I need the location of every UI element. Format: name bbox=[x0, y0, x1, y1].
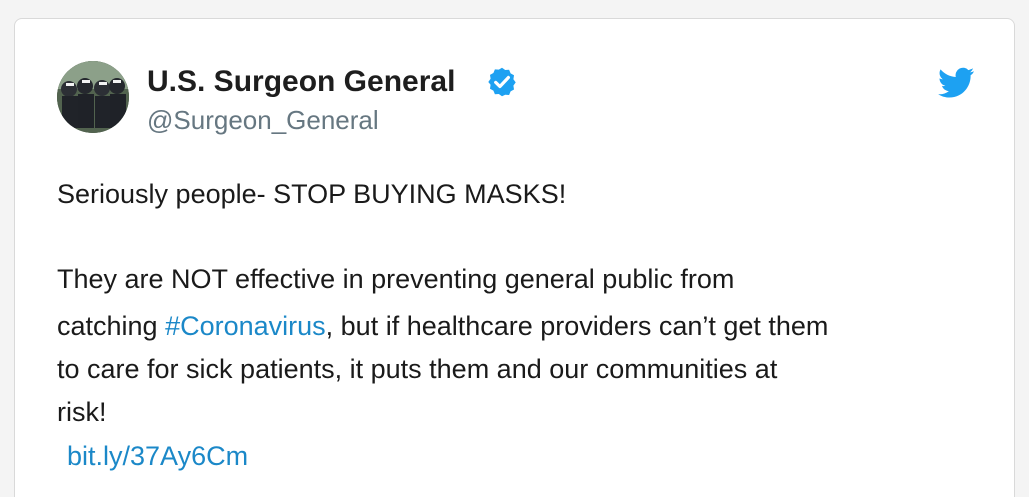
shortened-link[interactable]: bit.ly/37Ay6Cm bbox=[67, 439, 248, 473]
tweet-line-5: risk! bbox=[57, 397, 107, 427]
tweet-line-1: Seriously people- STOP BUYING MASKS! bbox=[57, 179, 567, 209]
tweet-line-3: catching #Coronavirus, but if healthcare… bbox=[57, 309, 828, 343]
tweet-line-2: They are NOT effective in preventing gen… bbox=[57, 264, 735, 294]
avatar[interactable] bbox=[57, 61, 129, 133]
author-handle[interactable]: @Surgeon_General bbox=[147, 105, 379, 135]
tweet-line-3-prefix: catching bbox=[57, 311, 166, 341]
avatar-image bbox=[57, 61, 129, 133]
tweet-line-3-suffix: , but if healthcare providers can’t get … bbox=[325, 311, 829, 341]
author-name[interactable]: U.S. Surgeon General bbox=[147, 66, 455, 98]
coronavirus-hashtag-link[interactable]: #Coronavirus bbox=[165, 311, 326, 341]
tweet-card[interactable]: U.S. Surgeon General @Surgeon_General Se… bbox=[14, 18, 1015, 497]
page: U.S. Surgeon General @Surgeon_General Se… bbox=[0, 0, 1029, 497]
tweet-line-4: to care for sick patients, it puts them … bbox=[57, 354, 778, 384]
twitter-bird-icon[interactable] bbox=[937, 67, 975, 99]
verified-badge-icon bbox=[488, 67, 516, 97]
